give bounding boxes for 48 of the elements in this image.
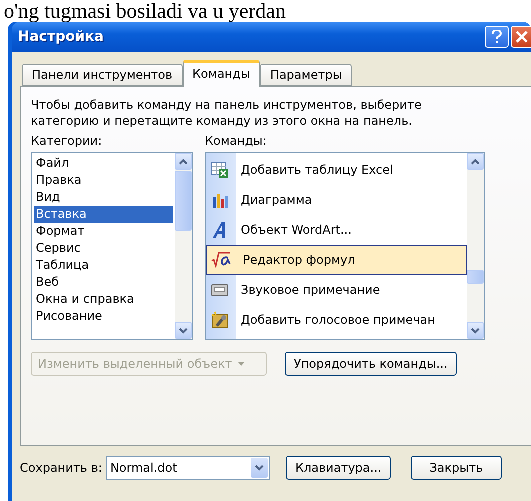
- scrollbar[interactable]: [175, 153, 192, 339]
- category-item[interactable]: Таблица: [34, 257, 173, 274]
- category-item[interactable]: Вид: [34, 189, 173, 206]
- scroll-up-icon[interactable]: [471, 158, 480, 164]
- command-item[interactable]: Диаграмма: [206, 185, 467, 215]
- scroll-thumb[interactable]: [175, 171, 192, 231]
- command-item[interactable]: Редактор формул: [206, 245, 467, 275]
- bar-chart-icon: [211, 191, 229, 209]
- command-item[interactable]: Звуковое примечание: [206, 275, 467, 305]
- scrollbar[interactable]: [467, 153, 484, 339]
- help-icon: [491, 30, 503, 44]
- tab[interactable]: Параметры: [260, 64, 352, 86]
- tab[interactable]: Панели инструментов: [22, 64, 183, 86]
- window-title: Настройка: [18, 29, 104, 45]
- categories-label: Категории:: [31, 133, 104, 149]
- formula-icon: [211, 251, 231, 269]
- category-item[interactable]: Окна и справка: [34, 291, 173, 308]
- microphone-icon: [211, 311, 229, 329]
- cassette-icon: [211, 282, 229, 298]
- keyboard-button[interactable]: Клавиатура...: [286, 456, 391, 480]
- close-dialog-button[interactable]: Закрыть: [410, 456, 502, 480]
- help-button[interactable]: [485, 26, 509, 48]
- tab[interactable]: Команды: [182, 60, 260, 87]
- category-item[interactable]: Формат: [34, 223, 173, 240]
- instruction-text: Чтобы добавить команду на панель инструментов, выберите категорию и перетащите команду из этого окна на панель.: [31, 97, 423, 129]
- scroll-thumb[interactable]: [467, 270, 484, 284]
- scroll-down-icon[interactable]: [255, 465, 264, 471]
- document-text: o'ng tugmasi bosiladi va u yerdan: [3, 0, 287, 22]
- scroll-down-icon[interactable]: [179, 328, 188, 334]
- command-item[interactable]: Объект WordArt...: [206, 215, 467, 245]
- close-icon: [514, 30, 528, 44]
- command-item[interactable]: Добавить таблицу Excel: [206, 155, 467, 185]
- commands-label: Команды:: [205, 133, 268, 149]
- scroll-up-icon[interactable]: [179, 158, 188, 164]
- spreadsheet-icon: [211, 161, 229, 179]
- category-item[interactable]: Веб: [34, 274, 173, 291]
- category-item[interactable]: Сервис: [34, 240, 173, 257]
- caret-icon: [238, 362, 246, 366]
- category-item[interactable]: Правка: [34, 172, 173, 189]
- close-button[interactable]: [511, 26, 531, 48]
- save-in-combobox[interactable]: Normal.dot: [106, 456, 270, 480]
- rearrange-commands-button[interactable]: Упорядочить команды...: [285, 352, 457, 376]
- category-item[interactable]: Файл: [34, 155, 173, 172]
- command-item[interactable]: Добавить голосовое примечан: [206, 305, 467, 335]
- category-item[interactable]: Рисование: [34, 308, 173, 325]
- category-item[interactable]: Вставка: [34, 206, 173, 223]
- scroll-down-icon[interactable]: [471, 328, 480, 334]
- save-in-label: Сохранить в:: [20, 460, 102, 476]
